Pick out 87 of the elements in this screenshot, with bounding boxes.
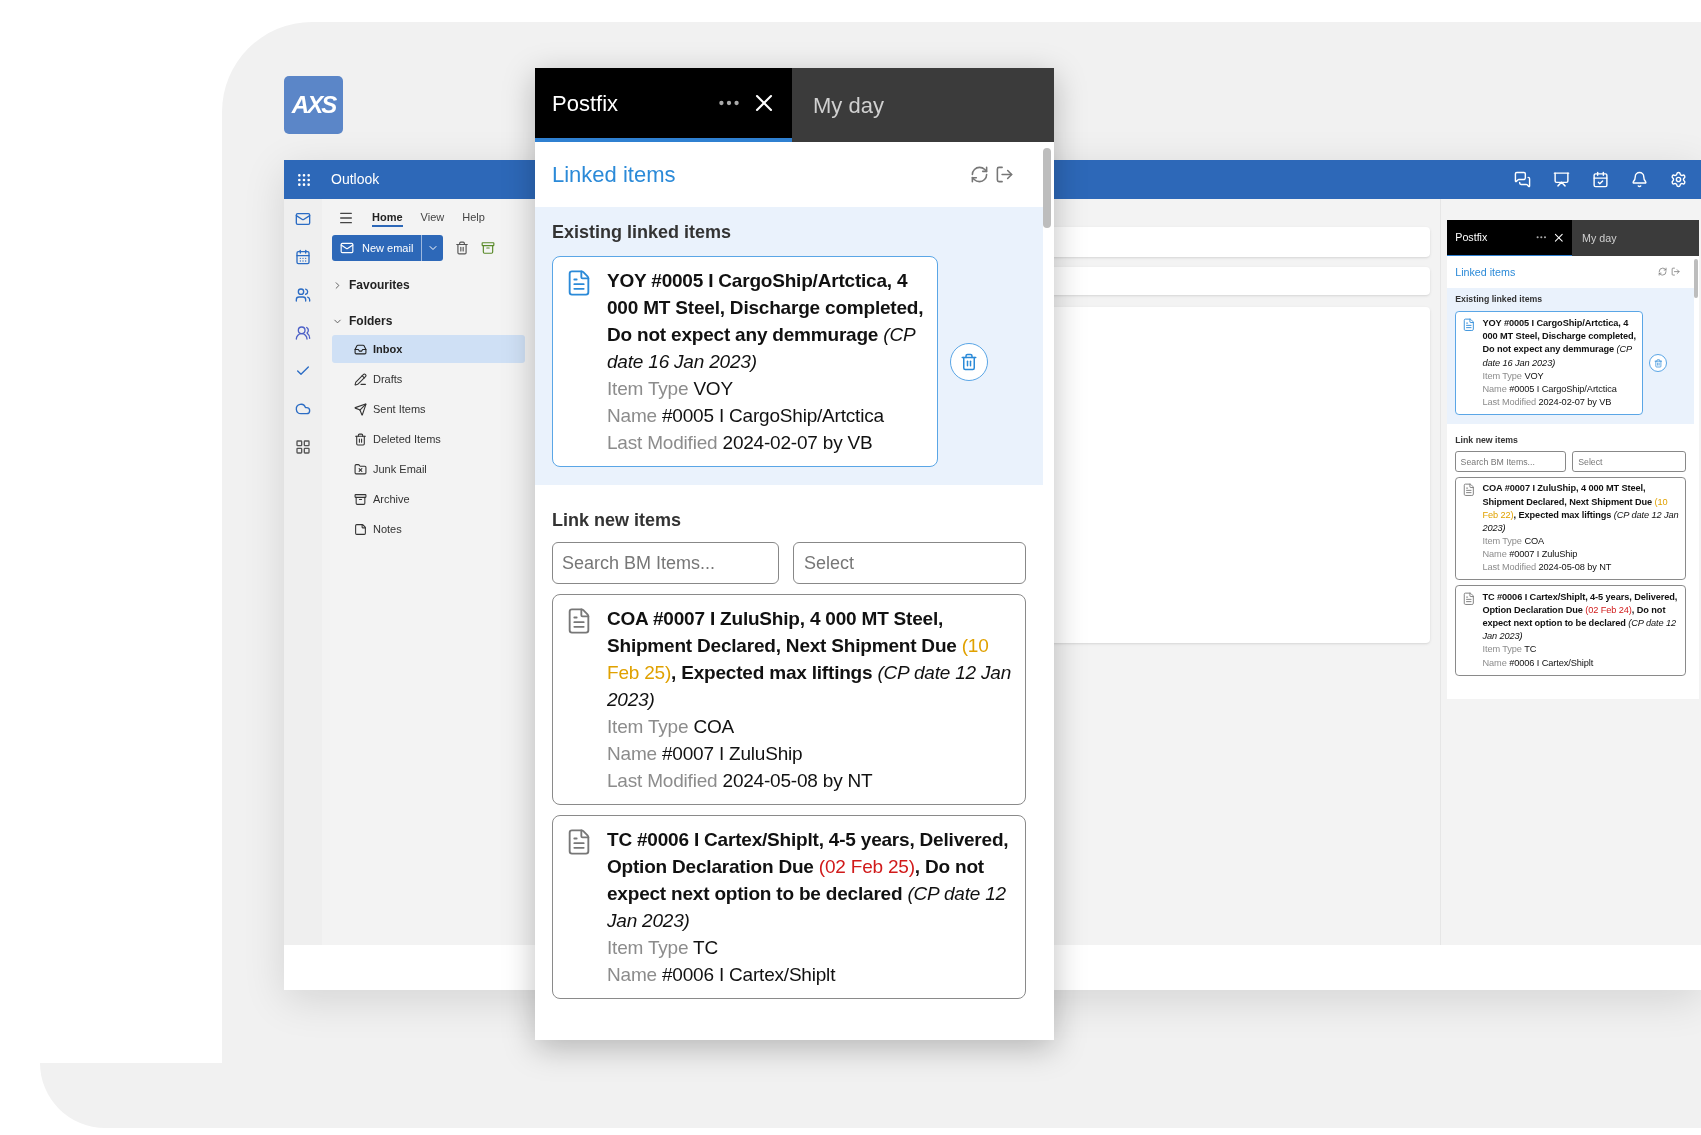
linked-item-card[interactable]: TC #0006 I Cartex/Shiplt, 4-5 years, Delivered, Option Declaration Due (02 Feb 24), Do not expect next option to be declared (CP date 12 Jan 2023) Item Type TC Name #0006 I Cartex/Shiplt (1455, 585, 1686, 676)
item-field: Name #0007 I ZuluShip (1482, 548, 1679, 562)
select-field[interactable]: Select (1572, 451, 1686, 472)
section-heading: Link new items (552, 509, 683, 532)
trash-icon (960, 352, 978, 371)
folder-item[interactable]: Junk Email (332, 455, 525, 483)
panel-tab[interactable]: My day (792, 68, 1054, 142)
delete-icon[interactable] (455, 241, 470, 255)
calendar-check-icon[interactable] (1592, 171, 1609, 188)
item-field: Name #0006 I Cartex/Shiplt (607, 961, 1013, 988)
linked-item-card[interactable]: TC #0006 I Cartex/Shiplt, 4-5 years, Delivered, Option Declaration Due (02 Feb 25), Do not expect next option to be declared (CP date 12 Jan 2023) Item Type TC Name #0006 I Cartex/Shiplt (552, 815, 1026, 999)
item-field: Item Type TC (1482, 643, 1679, 657)
inbox-icon (354, 342, 367, 356)
folder-item[interactable]: Deleted Items (332, 425, 525, 453)
folder-item[interactable]: Inbox (332, 335, 525, 363)
search-field[interactable]: Search BM Items... (552, 542, 779, 584)
archive-icon[interactable] (481, 241, 496, 255)
app-name: Outlook (331, 170, 380, 189)
pencil-icon (354, 372, 367, 386)
bell-icon[interactable] (1631, 171, 1648, 188)
item-field: Item Type VOY (1482, 369, 1636, 383)
item-field: Name #0005 I CargoShip/Artctica (607, 402, 925, 429)
item-field: Item Type TC (607, 934, 1013, 961)
item-field: Item Type COA (607, 713, 1013, 740)
cloud-icon[interactable] (295, 401, 311, 417)
logo: AXS (284, 76, 343, 134)
linked-item-card[interactable]: COA #0007 I ZuluShip, 4 000 MT Steel, Shipment Declared, Next Shipment Due (10 Feb 25), Expected max liftings (CP date 12 Jan 2023) Item Type COA Name #0007 I ZuluShip Last Modified 2024-05-08 by NT (552, 594, 1026, 805)
refresh-icon[interactable] (970, 165, 989, 184)
settings-icon[interactable] (1670, 171, 1687, 188)
item-field: Name #0007 I ZuluShip (607, 740, 1013, 767)
people-icon[interactable] (295, 287, 311, 303)
scrollbar[interactable] (1043, 148, 1051, 228)
app-launcher-icon[interactable] (296, 171, 312, 188)
item-field: Last Modified 2024-02-07 by VB (607, 429, 925, 456)
search-field[interactable]: Search BM Items... (1455, 451, 1566, 472)
archive-icon (354, 492, 367, 506)
ribbon-tab[interactable]: View (420, 208, 445, 228)
delete-button[interactable] (950, 342, 988, 381)
panel-tab[interactable]: Postfix (535, 68, 792, 142)
section-heading: Link new items (1455, 434, 1519, 448)
section-heading: Existing linked items (1455, 293, 1544, 307)
item-title: COA #0007 I ZuluShip, 4 000 MT Steel, Shipment Declared, Next Shipment Due (10 Feb 22), Expected max liftings (CP date 12 Jan 2023) (1482, 482, 1679, 535)
folder-item[interactable]: Sent Items (332, 395, 525, 423)
item-field: Last Modified 2024-05-08 by NT (607, 767, 1013, 794)
item-title: TC #0006 I Cartex/Shiplt, 4-5 years, Delivered, Option Declaration Due (02 Feb 25), Do not expect next option to be declared (CP date 12 Jan 2023) (607, 828, 1010, 933)
linked-item-card[interactable]: YOY #0005 I CargoShip/Artctica, 4 000 MT Steel, Discharge completed, Do not expect any demmurage (CP date 16 Jan 2023) Item Type VOY Name #0005 I CargoShip/Artctica Last Modified 2024-02-07 by VB (552, 256, 938, 467)
item-title: COA #0007 I ZuluShip, 4 000 MT Steel, Shipment Declared, Next Shipment Due (10 Feb 25), Expected max liftings (CP date 12 Jan 2023) (607, 607, 1013, 712)
ribbon-tab[interactable]: Home (372, 208, 403, 228)
mail-icon (340, 241, 354, 255)
ribbon-tab[interactable]: Help (462, 208, 485, 228)
panel-heading: Linked items (552, 161, 676, 189)
board-icon[interactable] (1553, 171, 1570, 188)
calendar-icon[interactable] (295, 249, 311, 265)
folder-item[interactable]: Notes (332, 515, 525, 543)
note-icon (354, 522, 367, 536)
group-icon[interactable] (295, 325, 311, 341)
apps-icon[interactable] (295, 439, 311, 455)
scrollbar[interactable] (1693, 258, 1698, 298)
item-field: Item Type VOY (607, 375, 925, 402)
item-title: YOY #0005 I CargoShip/Artctica, 4 000 MT Steel, Discharge completed, Do not expect any demmurage (CP date 16 Jan 2023) (1482, 317, 1636, 370)
folder-item[interactable]: Drafts (332, 365, 525, 393)
dropdown-button[interactable] (421, 235, 444, 261)
folder-icon (354, 462, 367, 476)
linked-item-card[interactable]: COA #0007 I ZuluShip, 4 000 MT Steel, Shipment Declared, Next Shipment Due (10 Feb 22), Expected max liftings (CP date 12 Jan 2023) Item Type COA Name #0007 I ZuluShip Last Modified 2024-05-08 by NT (1455, 476, 1686, 581)
panel-tab[interactable]: My day (1571, 220, 1700, 256)
send-icon (354, 402, 367, 416)
item-field: Last Modified 2024-05-08 by NT (1482, 561, 1679, 575)
folder-group-header[interactable]: Folders (332, 309, 525, 333)
mail-icon[interactable] (295, 211, 311, 227)
menu-icon[interactable] (338, 210, 354, 226)
chat-icon[interactable] (1514, 171, 1531, 188)
folder-item[interactable]: Archive (332, 485, 525, 513)
linked-item-card[interactable]: YOY #0005 I CargoShip/Artctica, 4 000 MT Steel, Discharge completed, Do not expect any demmurage (CP date 16 Jan 2023) Item Type VOY Name #0005 I CargoShip/Artctica Last Modified 2024-02-07 by VB (1455, 311, 1643, 415)
panel-tab[interactable]: Postfix (1447, 220, 1572, 256)
folder-group-header[interactable]: Favourites (332, 273, 525, 297)
section-heading: Existing linked items (552, 221, 733, 244)
panel-heading: Linked items (1455, 264, 1516, 280)
item-field: Item Type COA (1482, 535, 1679, 549)
new-email-button[interactable]: New email (332, 235, 422, 261)
trash-icon (354, 432, 367, 446)
exit-icon[interactable] (995, 165, 1014, 184)
select-field[interactable]: Select (793, 542, 1026, 584)
item-title: TC #0006 I Cartex/Shiplt, 4-5 years, Delivered, Option Declaration Due (02 Feb 24), Do not expect next option to be declared (CP date 12 Jan 2023) (1482, 590, 1679, 644)
item-field: Name #0005 I CargoShip/Artctica (1482, 382, 1636, 396)
item-field: Name #0006 I Cartex/Shiplt (1482, 656, 1679, 670)
item-title: YOY #0005 I CargoShip/Artctica, 4 000 MT Steel, Discharge completed, Do not expect any demmurage (CP date 16 Jan 2023) (607, 269, 925, 374)
item-field: Last Modified 2024-02-07 by VB (1482, 395, 1636, 410)
